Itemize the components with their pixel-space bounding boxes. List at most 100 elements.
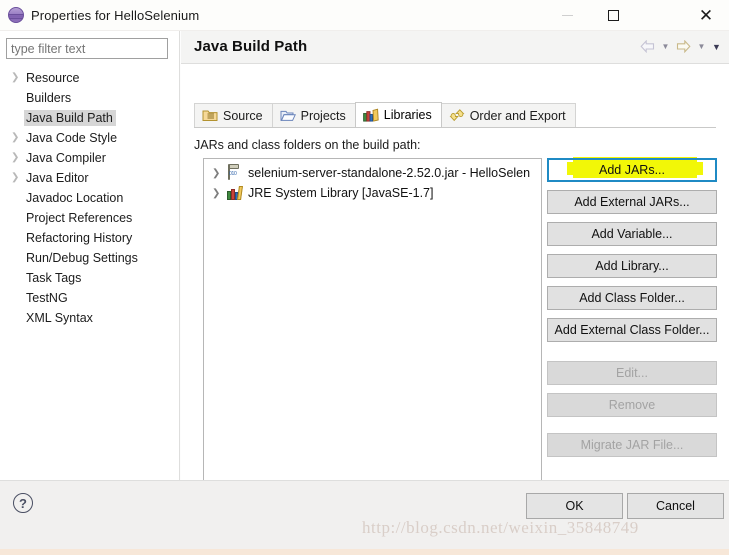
sidebar-item-label: Run/Debug Settings (26, 251, 138, 265)
chevron-right-icon[interactable]: ❯ (11, 173, 24, 183)
tree-spacer: ❯ (11, 233, 24, 243)
tree-spacer: ❯ (11, 253, 24, 263)
tab-projects[interactable]: Projects (271, 103, 356, 127)
list-label: JARs and class folders on the build path… (194, 138, 421, 152)
sidebar-item-label: Builders (26, 91, 72, 105)
sidebar-item-builders[interactable]: ❯Builders (0, 88, 179, 108)
sidebar-item-label: XML Syntax (26, 311, 93, 325)
forward-history-caret[interactable]: ▼ (695, 37, 708, 56)
eclipse-sphere-icon (8, 7, 24, 23)
sidebar-item-label: Java Editor (26, 171, 89, 185)
bottom-strip (0, 549, 729, 555)
tab-order-and-export[interactable]: Order and Export (440, 103, 576, 127)
sidebar-item-java-compiler[interactable]: ❯ Java Compiler (0, 148, 179, 168)
button-label: Add JARs... (599, 163, 665, 177)
migrate-jar-file-button: Migrate JAR File... (547, 433, 717, 457)
add-external-jars-button[interactable]: Add External JARs... (547, 190, 717, 214)
tab-label: Libraries (383, 108, 432, 122)
add-external-class-folder-button[interactable]: Add External Class Folder... (547, 318, 717, 342)
tree-spacer: ❯ (11, 273, 24, 283)
tree-spacer: ❯ (11, 213, 24, 223)
libraries-tab-content: Source Projects Libraries Order and Export … (181, 65, 729, 506)
title-bar: Properties for HelloSelenium ✕ (0, 0, 729, 31)
button-label: Add Variable... (591, 227, 673, 241)
button-label: Add Library... (595, 259, 669, 273)
sidebar-item-java-build-path[interactable]: ❯Java Build Path (0, 108, 179, 128)
chevron-right-icon[interactable]: ❯ (212, 188, 227, 199)
build-path-entry[interactable]: ❯ JRE System Library [JavaSE-1.7] (204, 183, 541, 203)
page-header: Java Build Path ▼ ▼ ▼ (181, 31, 729, 64)
chevron-right-icon[interactable]: ❯ (212, 168, 227, 179)
sidebar-item-label: Resource (26, 71, 80, 85)
tab-label: Source (223, 108, 263, 123)
tree-spacer: ❯ (11, 313, 24, 323)
edit-button: Edit... (547, 361, 717, 385)
minimize-button[interactable] (544, 0, 590, 31)
page-menu-caret[interactable]: ▼ (710, 37, 723, 56)
tab-source[interactable]: Source (194, 103, 273, 127)
sidebar-item-label: Java Build Path (24, 110, 116, 126)
chevron-right-icon[interactable]: ❯ (11, 133, 24, 143)
back-history-caret[interactable]: ▼ (659, 37, 672, 56)
close-button[interactable]: ✕ (683, 0, 729, 31)
main-panel: Java Build Path ▼ ▼ ▼ SourceProjectsLi (181, 31, 729, 506)
sidebar-item-run-debug-settings[interactable]: ❯Run/Debug Settings (0, 248, 179, 268)
tab-libraries[interactable]: Libraries (354, 102, 442, 127)
tree-spacer: ❯ (11, 93, 24, 103)
build-path-tabs: Source Projects Libraries Order and Export (194, 102, 576, 127)
books-icon (362, 108, 379, 123)
button-label: Migrate JAR File... (580, 438, 684, 452)
add-variable-button[interactable]: Add Variable... (547, 222, 717, 246)
sidebar-item-task-tags[interactable]: ❯Task Tags (0, 268, 179, 288)
page-title: Java Build Path (194, 38, 308, 55)
back-arrow-icon[interactable] (638, 37, 657, 56)
build-path-list[interactable]: ❯ 010 selenium-server-standalone-2.52.0.ja… (203, 158, 542, 506)
source-folder-icon (202, 108, 218, 123)
sidebar-item-project-references[interactable]: ❯Project References (0, 208, 179, 228)
tree-spacer: ❯ (11, 113, 24, 123)
ok-button[interactable]: OK (526, 493, 623, 519)
build-path-entry-label: selenium-server-standalone-2.52.0.jar - … (248, 166, 531, 180)
tree-spacer: ❯ (11, 293, 24, 303)
add-class-folder-button[interactable]: Add Class Folder... (547, 286, 717, 310)
question-mark-icon[interactable]: ? (13, 493, 33, 513)
button-label: Edit... (616, 366, 648, 380)
maximize-button[interactable] (590, 0, 636, 31)
settings-sidebar: ❯Resource❯Builders❯Java Build Path❯Java … (0, 31, 180, 480)
button-label: Add Class Folder... (579, 291, 685, 305)
order-arrows-icon (449, 108, 465, 123)
sidebar-item-label: Java Code Style (26, 131, 118, 145)
remove-button: Remove (547, 393, 717, 417)
sidebar-item-xml-syntax[interactable]: ❯XML Syntax (0, 308, 179, 328)
tab-label: Projects (300, 108, 346, 123)
chevron-right-icon[interactable]: ❯ (11, 73, 24, 83)
sidebar-item-label: Task Tags (26, 271, 82, 285)
sidebar-item-java-editor[interactable]: ❯ Java Editor (0, 168, 179, 188)
button-label: Remove (608, 398, 656, 412)
window-title: Properties for HelloSelenium (31, 7, 200, 23)
cancel-button[interactable]: Cancel (627, 493, 724, 519)
open-folder-icon (280, 108, 296, 123)
forward-arrow-icon[interactable] (674, 37, 693, 56)
sidebar-item-java-code-style[interactable]: ❯ Java Code Style (0, 128, 179, 148)
button-label: Add External JARs... (574, 195, 690, 209)
tab-label: Order and Export (469, 108, 566, 123)
add-jars-button[interactable]: Add JARs... (547, 158, 717, 182)
sidebar-item-label: TestNG (26, 291, 68, 305)
sidebar-item-refactoring-history[interactable]: ❯Refactoring History (0, 228, 179, 248)
filter-input[interactable] (6, 38, 168, 59)
tree-spacer: ❯ (11, 193, 24, 203)
button-label: Add External Class Folder... (554, 323, 710, 337)
build-path-rows: ❯ 010 selenium-server-standalone-2.52.0.ja… (204, 163, 541, 203)
properties-dialog: Properties for HelloSelenium ✕ ❯Resource… (0, 0, 729, 555)
sidebar-item-javadoc-location[interactable]: ❯Javadoc Location (0, 188, 179, 208)
chevron-right-icon[interactable]: ❯ (11, 153, 24, 163)
tabs-underline (194, 127, 716, 128)
add-library-button[interactable]: Add Library... (547, 254, 717, 278)
build-path-entry[interactable]: ❯ 010 selenium-server-standalone-2.52.0.ja… (204, 163, 541, 183)
settings-tree: ❯Resource❯Builders❯Java Build Path❯Java … (0, 68, 179, 328)
dialog-footer: ? OK Cancel (0, 480, 729, 549)
sidebar-item-testng[interactable]: ❯TestNG (0, 288, 179, 308)
sidebar-item-resource[interactable]: ❯ Resource (0, 68, 179, 88)
sidebar-item-label: Javadoc Location (26, 191, 124, 205)
